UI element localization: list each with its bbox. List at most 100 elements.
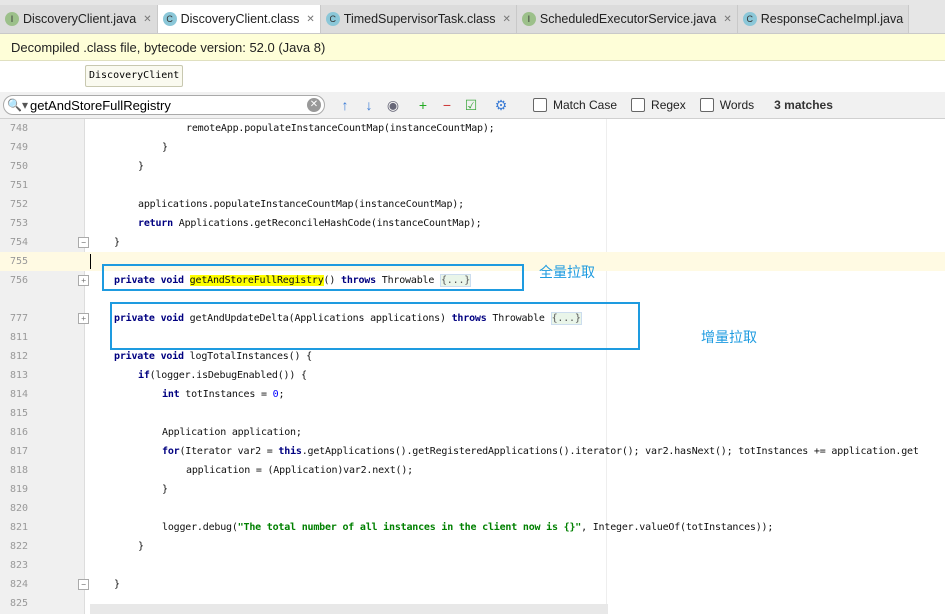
code-token: , Integer.valueOf(totInstances)); xyxy=(581,522,774,533)
code-text: if(logger.isDebugEnabled()) { xyxy=(138,366,307,385)
close-tab-icon[interactable]: ✕ xyxy=(502,14,510,25)
code-token: if xyxy=(138,370,150,381)
breadcrumb[interactable]: DiscoveryClient xyxy=(85,65,184,87)
fold-icon[interactable]: − xyxy=(78,237,89,248)
line-number: 753 xyxy=(10,218,29,229)
code-token: } xyxy=(114,579,120,590)
tab-0[interactable]: I DiscoveryClient.java ✕ xyxy=(0,5,158,33)
code-token: int xyxy=(162,389,180,400)
settings-gear-icon[interactable]: ⚙ xyxy=(493,97,509,114)
text-cursor xyxy=(90,254,91,269)
code-token: remoteApp.populateInstanceCountMap(insta… xyxy=(186,123,495,134)
tab-label: ScheduledExecutorService.java xyxy=(539,12,717,26)
previous-occurrence-icon[interactable]: ↑ xyxy=(337,97,353,113)
code-token: Application application; xyxy=(162,427,302,438)
fold-icon[interactable]: + xyxy=(78,275,89,286)
code-token: .getApplications().getRegisteredApplicat… xyxy=(301,446,919,457)
line-number: 817 xyxy=(10,446,29,457)
remove-occurrence-icon[interactable]: − xyxy=(439,97,455,113)
code-token: "The total number of all instances in th… xyxy=(237,522,582,533)
class-file-icon: C xyxy=(162,12,177,26)
add-occurrence-icon[interactable]: + xyxy=(415,97,431,113)
code-line[interactable]: 816 Application application; xyxy=(0,423,945,442)
code-line[interactable]: 824 −} xyxy=(0,575,945,594)
close-tab-icon[interactable]: ✕ xyxy=(306,14,314,25)
code-text: } xyxy=(138,537,144,556)
code-text: Application application; xyxy=(162,423,302,442)
code-text: applications.populateInstanceCountMap(in… xyxy=(138,195,464,214)
code-text: return Applications.getReconcileHashCode… xyxy=(138,214,482,233)
code-token: Applications.getReconcileHashCode(instan… xyxy=(172,218,482,229)
class-file-icon: C xyxy=(325,12,340,26)
fold-icon[interactable]: − xyxy=(78,579,89,590)
code-line[interactable]: 813 if(logger.isDebugEnabled()) { xyxy=(0,366,945,385)
next-occurrence-icon[interactable]: ↓ xyxy=(361,97,377,113)
tab-label: DiscoveryClient.class xyxy=(180,12,300,26)
horizontal-scrollbar[interactable] xyxy=(90,604,608,614)
line-number: 813 xyxy=(10,370,29,381)
code-line[interactable]: 750} xyxy=(0,157,945,176)
code-token: for xyxy=(162,446,180,457)
fold-icon[interactable]: + xyxy=(78,313,89,324)
find-all-icon[interactable]: ◉ xyxy=(385,97,401,114)
clear-icon[interactable]: ✕ xyxy=(307,98,321,112)
code-line[interactable]: 752 applications.populateInstanceCountMap… xyxy=(0,195,945,214)
tab-2[interactable]: C TimedSupervisorTask.class ✕ xyxy=(320,5,517,33)
match-case-label: Match Case xyxy=(553,98,618,112)
line-number: 756 xyxy=(10,275,29,286)
code-line[interactable]: 817 for(Iterator var2 = this.getApplicati… xyxy=(0,442,945,461)
code-token: } xyxy=(162,142,168,153)
code-text: for(Iterator var2 = this.getApplications… xyxy=(162,442,919,461)
close-tab-icon[interactable]: ✕ xyxy=(723,14,731,25)
line-number: 750 xyxy=(10,161,29,172)
match-case-checkbox[interactable]: Match Case xyxy=(533,98,617,112)
code-line[interactable]: 748 remoteApp.populateInstanceCountMap(in… xyxy=(0,119,945,138)
line-number: 815 xyxy=(10,408,29,419)
close-tab-icon[interactable]: ✕ xyxy=(143,14,151,25)
code-token: } xyxy=(162,484,168,495)
code-line[interactable]: 823 xyxy=(0,556,945,575)
tab-1[interactable]: C DiscoveryClient.class ✕ xyxy=(157,5,321,33)
line-number: 824 xyxy=(10,579,29,590)
code-editor[interactable]: 748 remoteApp.populateInstanceCountMap(in… xyxy=(0,119,945,613)
editor-tabs: I DiscoveryClient.java ✕ C DiscoveryClient.c… xyxy=(0,0,945,34)
code-line[interactable]: 751 xyxy=(0,176,945,195)
full-fetch-annotation: 全量拉取 xyxy=(539,264,595,280)
line-number: 825 xyxy=(10,598,29,609)
regex-checkbox[interactable]: Regex xyxy=(631,98,686,112)
words-checkbox[interactable]: Words xyxy=(699,98,754,112)
delta-fetch-annotation: 增量拉取 xyxy=(701,329,757,345)
code-line[interactable]: 815 xyxy=(0,404,945,423)
code-line[interactable]: 821 logger.debug("The total number of all… xyxy=(0,518,945,537)
code-token: return xyxy=(138,218,173,229)
code-line[interactable]: 822} xyxy=(0,537,945,556)
line-number: 811 xyxy=(10,332,29,343)
code-line[interactable]: 819} xyxy=(0,480,945,499)
code-text: } xyxy=(162,480,168,499)
line-number: 754 xyxy=(10,237,29,248)
interface-file-icon: I xyxy=(521,12,536,26)
select-all-occurrences-icon[interactable]: ☑ xyxy=(463,97,479,114)
code-text: } xyxy=(114,575,120,594)
match-count: 3 matches xyxy=(774,98,833,112)
code-line[interactable]: 754 −} xyxy=(0,233,945,252)
tab-4[interactable]: C ResponseCacheImpl.java xyxy=(737,5,910,33)
decompiled-banner: Decompiled .class file, bytecode version… xyxy=(0,34,945,61)
code-line[interactable]: 814 int totInstances = 0; xyxy=(0,385,945,404)
code-token: this xyxy=(278,446,302,457)
line-number: 816 xyxy=(10,427,29,438)
search-field[interactable]: 🔍▾ ✕ xyxy=(3,95,325,115)
code-text: logger.debug("The total number of all in… xyxy=(162,518,773,537)
tab-3[interactable]: I ScheduledExecutorService.java ✕ xyxy=(516,5,738,33)
code-text: application = (Application)var2.next(); xyxy=(186,461,413,480)
line-number: 749 xyxy=(10,142,29,153)
code-line[interactable]: 753 return Applications.getReconcileHashC… xyxy=(0,214,945,233)
code-token: (logger.isDebugEnabled()) { xyxy=(149,370,307,381)
line-number: 823 xyxy=(10,560,29,571)
code-line[interactable]: 818 application = (Application)var2.next(… xyxy=(0,461,945,480)
search-input[interactable] xyxy=(27,97,307,113)
code-token: } xyxy=(114,237,120,248)
code-line[interactable]: 749} xyxy=(0,138,945,157)
search-icon[interactable]: 🔍▾ xyxy=(7,98,28,112)
code-line[interactable]: 820 xyxy=(0,499,945,518)
